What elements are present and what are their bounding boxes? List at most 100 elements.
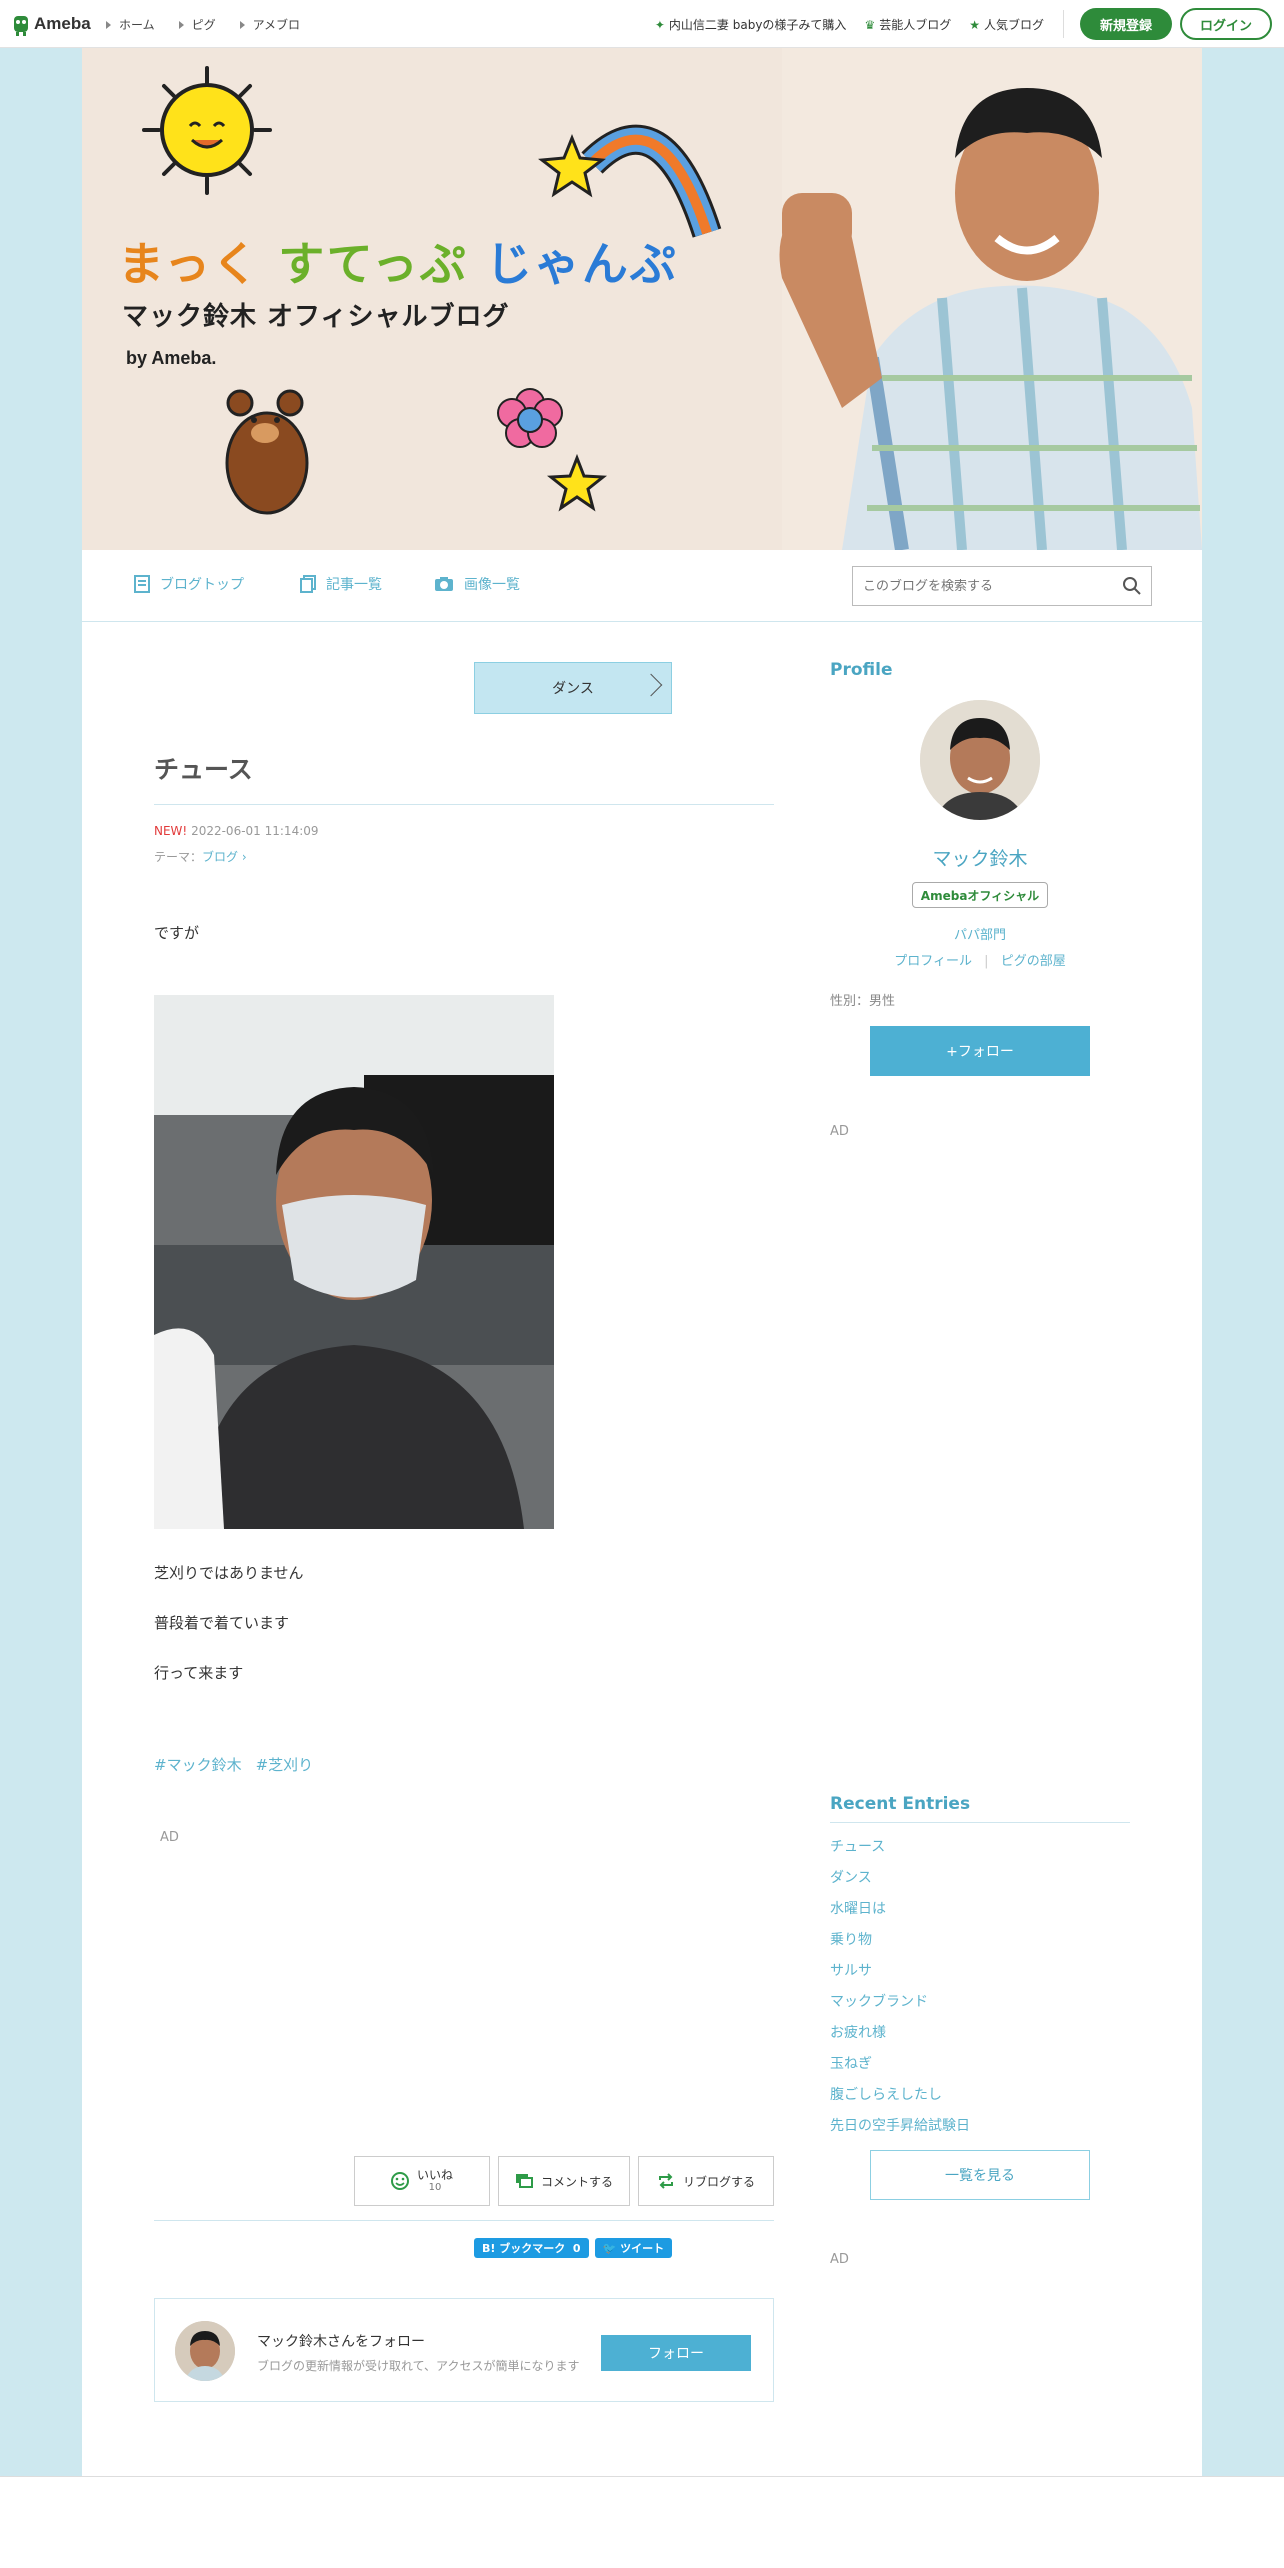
profile-sex: 性別：男性 [830,994,896,1009]
triangle-icon [239,21,245,29]
profile-heading: Profile [830,660,893,680]
search-icon[interactable] [1123,577,1141,595]
link-trending[interactable]: ✦ 内山信二妻 babyの様子みて購入 [655,16,847,33]
bookmark-count: 0 [572,2241,581,2255]
article-paragraph: ですが [154,924,200,942]
nav-ameblo[interactable]: アメブロ [239,16,301,33]
comment-label: コメントする [540,2174,613,2189]
entry-list-label: 記事一覧 [326,577,382,593]
tweet-button[interactable]: 🐦 ツイート [594,2238,673,2258]
star-icon: ★ [969,17,980,32]
pigg-room-link[interactable]: ピグの部屋 [1001,954,1066,969]
theme-entry-button[interactable]: ダンス [474,662,672,714]
reblog-button[interactable]: リブログする [638,2156,774,2206]
ad-label: AD [830,1124,849,1139]
like-button[interactable]: いいね 10 [354,2156,490,2206]
bookmark-label: B! ブックマーク [482,2242,566,2255]
recent-entry-link[interactable]: 乗り物 [830,1929,970,1960]
recent-entry-link[interactable]: お疲れ様 [830,2022,970,2053]
login-button[interactable]: ログイン [1180,8,1272,40]
document-icon [134,575,150,593]
hashtag-link[interactable]: #芝刈り [256,1754,314,1775]
star-icon [546,453,608,512]
profile-link[interactable]: プロフィール [894,954,972,969]
category-link[interactable]: パパ部門 [954,928,1006,943]
divider [1063,10,1064,38]
blog-body: ブログトップ 記事一覧 画像一覧 ダンス チュース NEW! 2022-06-0… [82,550,1202,2476]
share-buttons: B! ブックマーク 0 🐦 ツイート [474,2238,673,2258]
hashtag-link[interactable]: #マック鈴木 [154,1754,242,1775]
footer [0,2476,1284,2568]
follow-card-name: マック鈴木さんをフォロー [257,2334,425,2350]
follow-card-desc: ブログの更新情報が受け取れて、アクセスが簡単になります [257,2359,580,2373]
article-paragraph: 行って来ます [154,1664,244,1682]
recent-entry-link[interactable]: 水曜日は [830,1898,970,1929]
nav-home-label: ホーム [119,17,155,32]
blog-header-banner[interactable]: まっく すてっぷ じゃんぷ マック鈴木 オフィシャルブログ by Ameba. [82,48,1202,550]
nav-home[interactable]: ホーム [106,16,155,33]
divider [830,1822,1130,1823]
entry-list-link[interactable]: 記事一覧 [300,574,382,594]
hatena-bookmark-button[interactable]: B! ブックマーク 0 [474,2238,589,2258]
shooting-star-icon [538,124,722,238]
bear-icon [225,389,309,515]
article-photo[interactable] [154,995,554,1529]
tweet-label: ツイート [620,2242,665,2255]
profile-photo-figure [779,48,1202,550]
article-meta: NEW! 2022-06-01 11:14:09 [154,824,319,838]
profile-name[interactable]: マック鈴木 [830,844,1130,871]
banner-subtitle: マック鈴木 オフィシャルブログ [122,302,510,332]
follow-card-button[interactable]: フォロー [601,2335,751,2371]
article-actions: いいね 10 コメントする リブログする [354,2156,774,2206]
top-nav: ホーム ピグ アメブロ [106,0,300,48]
ad-label: AD [160,1830,179,1845]
nav-pigg[interactable]: ピグ [178,16,216,33]
ameba-logo[interactable]: Ameba [12,12,91,36]
like-text: いいね 10 [417,2168,453,2194]
top-links: ✦ 内山信二妻 babyの様子みて購入 ♛ 芸能人ブログ ★ 人気ブログ [655,0,1044,48]
profile-avatar[interactable] [920,700,1040,820]
comment-icon [515,2174,533,2188]
recent-entry-link[interactable]: マックブランド [830,1991,970,2022]
recent-entry-link[interactable]: チュース [830,1836,970,1867]
image-list-link[interactable]: 画像一覧 [434,574,520,594]
link-popular[interactable]: ★ 人気ブログ [969,16,1044,33]
recent-entry-link[interactable]: ダンス [830,1867,970,1898]
recent-entry-link[interactable]: サルサ [830,1960,970,1991]
logo-text: Ameba [34,14,91,33]
banner-title: まっく すてっぷ じゃんぷ [118,228,678,294]
blog-search[interactable] [852,566,1152,606]
article-theme: テーマ：ブログ › [154,848,247,865]
theme-link[interactable]: ブログ [202,850,238,864]
sun-icon [142,66,272,195]
divider [154,804,774,805]
recent-entry-link[interactable]: 玉ねぎ [830,2053,970,2084]
nav-pigg-label: ピグ [191,17,216,32]
hashtags: #マック鈴木 #芝刈り [154,1754,313,1775]
link-celebrity[interactable]: ♛ 芸能人ブログ [864,16,951,33]
banner-title-part1: まっく [118,237,261,291]
copy-icon [300,575,316,593]
article-title[interactable]: チュース [154,750,253,786]
follow-button[interactable]: +フォロー [870,1026,1090,1076]
nav-ameblo-label: アメブロ [252,17,301,32]
comment-button[interactable]: コメントする [498,2156,630,2206]
avatar-image [175,2321,235,2381]
see-all-button[interactable]: 一覧を見る [870,2150,1090,2200]
link-popular-label: 人気ブログ [983,17,1044,32]
recent-entry-link[interactable]: 腹ごしらえしたし [830,2084,970,2115]
blog-nav: ブログトップ 記事一覧 画像一覧 [82,550,1202,622]
twitter-bird-icon: 🐦 [602,2241,617,2255]
flower-icon [497,388,563,448]
recent-entries-list: チュース ダンス 水曜日は 乗り物 サルサ マックブランド お疲れ様 玉ねぎ 腹… [830,1836,970,2146]
link-trending-label: 内山信二妻 babyの様子みて購入 [668,17,847,32]
register-button[interactable]: 新規登録 [1080,8,1172,40]
blog-top-link[interactable]: ブログトップ [134,574,244,594]
article-date: 2022-06-01 11:14:09 [191,824,319,838]
blog-search-input[interactable] [863,578,1123,594]
theme-prefix: テーマ： [154,850,203,864]
like-label: いいね [416,2167,453,2182]
recent-entry-link[interactable]: 先日の空手昇給試験日 [830,2115,970,2146]
link-celebrity-label: 芸能人ブログ [879,17,952,32]
banner-title-part3: じゃんぷ [485,237,678,291]
